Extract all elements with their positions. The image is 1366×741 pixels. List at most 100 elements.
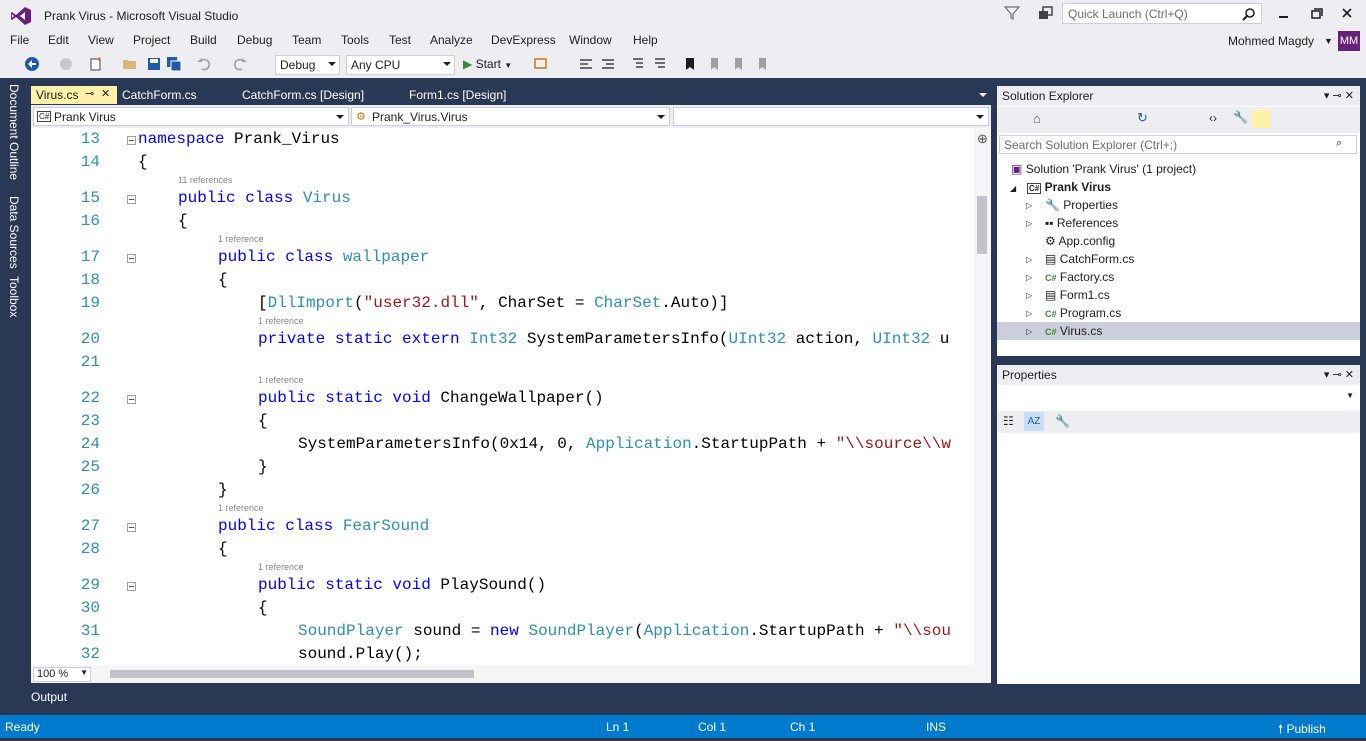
tab-virus-cs[interactable]: Virus.cs ⊸ ✕ <box>31 86 117 104</box>
codelens-references[interactable]: 1 reference <box>218 234 264 244</box>
menu-team[interactable]: Team <box>292 33 321 47</box>
tree-item-references[interactable]: ▪▪ References <box>1045 216 1118 230</box>
menu-window[interactable]: Window <box>569 33 612 47</box>
refresh-icon[interactable]: ↻ <box>1137 110 1148 126</box>
tab-toolbox[interactable]: Toolbox <box>7 276 21 317</box>
tab-data-sources[interactable]: Data Sources <box>7 196 21 269</box>
redo-icon[interactable] <box>232 56 248 72</box>
user-name[interactable]: Mohmed Magdy <box>1228 34 1314 48</box>
solution-search-input[interactable]: Search Solution Explorer (Ctrl+;) ⌕ <box>999 135 1357 154</box>
tree-project[interactable]: C# Prank Virus <box>1027 180 1111 194</box>
tab-catchform-cs[interactable]: CatchForm.cs <box>117 86 202 104</box>
quick-launch-input[interactable]: Quick Launch (Ctrl+Q) <box>1062 3 1262 24</box>
preview-icon[interactable] <box>1252 110 1270 128</box>
back-icon[interactable] <box>24 56 40 72</box>
minimize-button[interactable] <box>1270 4 1296 24</box>
split-editor-icon[interactable]: ⊕ <box>977 131 988 147</box>
forward-icon[interactable] <box>58 56 74 72</box>
tree-item-factory[interactable]: C# Factory.cs <box>1045 270 1114 284</box>
tree-item-virus[interactable]: C# Virus.cs <box>1045 324 1102 338</box>
expand-arrow-icon[interactable]: ▷ <box>1026 273 1032 282</box>
tab-catchform-design[interactable]: CatchForm.cs [Design] <box>237 86 369 104</box>
codelens-references[interactable]: 1 reference <box>258 316 304 326</box>
expand-arrow-icon[interactable]: ▷ <box>1026 327 1032 336</box>
zoom-select[interactable]: 100 % ▼ <box>33 667 91 682</box>
expand-arrow-icon[interactable]: ▷ <box>1026 291 1032 300</box>
panel-options-icons[interactable]: ▾ ⊸ ✕ <box>1324 368 1354 381</box>
project-dropdown[interactable]: C# Prank Virus <box>33 107 349 126</box>
uncomment-icon[interactable] <box>652 56 668 72</box>
vertical-scroll-thumb[interactable] <box>977 196 987 254</box>
solution-platform-select[interactable]: Any CPU <box>346 55 455 75</box>
tree-item-properties[interactable]: 🔧 Properties <box>1045 198 1118 212</box>
clear-bookmarks-icon[interactable] <box>754 56 770 72</box>
type-dropdown[interactable]: ⚙ Prank_Virus.Virus <box>351 107 670 126</box>
menu-file[interactable]: File <box>10 33 29 47</box>
menu-debug[interactable]: Debug <box>237 33 272 47</box>
menu-project[interactable]: Project <box>133 33 170 47</box>
menu-view[interactable]: View <box>88 33 114 47</box>
maximize-button[interactable] <box>1302 4 1328 24</box>
chevron-down-icon[interactable]: ▼ <box>1324 36 1333 46</box>
tree-item-catchform[interactable]: ▤ CatchForm.cs <box>1045 252 1134 266</box>
tree-solution[interactable]: ▣ Solution 'Prank Virus' (1 project) <box>1011 162 1196 176</box>
browser-link-icon[interactable] <box>533 56 549 72</box>
member-dropdown[interactable] <box>673 107 989 126</box>
collapse-toggle[interactable] <box>127 395 136 404</box>
code-view-icon[interactable]: ‹› <box>1209 111 1217 125</box>
tab-overflow-dropdown[interactable] <box>979 93 987 97</box>
collapse-toggle[interactable] <box>127 136 136 145</box>
comment-icon[interactable] <box>630 56 646 72</box>
tab-document-outline[interactable]: Document Outline <box>7 84 21 180</box>
collapse-toggle[interactable] <box>127 523 136 532</box>
menu-build[interactable]: Build <box>190 33 217 47</box>
tree-item-app-config[interactable]: ⚙ App.config <box>1045 234 1115 248</box>
collapse-toggle[interactable] <box>127 254 136 263</box>
filter-icon[interactable] <box>1004 5 1020 21</box>
home-icon[interactable]: ⌂ <box>1033 111 1041 126</box>
property-pages-icon[interactable]: 🔧 <box>1055 414 1070 428</box>
menu-analyze[interactable]: Analyze <box>430 33 473 47</box>
menu-help[interactable]: Help <box>633 33 658 47</box>
solution-configuration-select[interactable]: Debug <box>275 55 340 75</box>
undo-icon[interactable] <box>196 56 212 72</box>
wrench-icon[interactable]: 🔧 <box>1233 110 1248 124</box>
categorized-icon[interactable]: ☷ <box>1003 414 1014 428</box>
new-project-icon[interactable] <box>88 56 104 72</box>
properties-object-select[interactable]: ▼ <box>997 387 1360 407</box>
expand-arrow-icon[interactable]: ▷ <box>1026 255 1032 264</box>
next-bookmark-icon[interactable] <box>730 56 746 72</box>
menu-edit[interactable]: Edit <box>48 33 69 47</box>
collapse-toggle[interactable] <box>127 195 136 204</box>
menu-tools[interactable]: Tools <box>341 33 369 47</box>
tree-item-program[interactable]: C# Program.cs <box>1045 306 1121 320</box>
notifications-icon[interactable] <box>1036 5 1054 23</box>
open-folder-icon[interactable] <box>122 56 138 72</box>
tab-form1-design[interactable]: Form1.cs [Design] <box>404 86 511 104</box>
step-into-icon[interactable] <box>578 56 594 72</box>
save-all-icon[interactable] <box>166 56 182 72</box>
codelens-references[interactable]: 1 reference <box>258 375 304 385</box>
codelens-references[interactable]: 11 references <box>178 175 232 185</box>
prev-bookmark-icon[interactable] <box>706 56 722 72</box>
expand-arrow-icon[interactable]: ▷ <box>1026 219 1032 228</box>
start-button[interactable]: ▶ Start ▼ <box>463 57 512 71</box>
expand-arrow-icon[interactable]: ▷ <box>1026 309 1032 318</box>
code-editor[interactable]: 13 14 15 16 17 18 19 20 21 22 23 24 25 2… <box>31 128 974 665</box>
menu-devexpress[interactable]: DevExpress <box>491 33 556 47</box>
panel-options-icons[interactable]: ▾ ⊸ ✕ <box>1324 89 1354 102</box>
step-over-icon[interactable] <box>600 56 616 72</box>
bookmark-icon[interactable] <box>682 56 698 72</box>
collapse-toggle[interactable] <box>127 582 136 591</box>
menu-test[interactable]: Test <box>389 33 411 47</box>
tree-item-form1[interactable]: ▤ Form1.cs <box>1045 288 1110 302</box>
tab-output[interactable]: Output <box>31 690 67 704</box>
alphabetical-icon[interactable]: AZ <box>1024 412 1044 431</box>
close-button[interactable] <box>1334 4 1360 24</box>
horizontal-scroll-thumb[interactable] <box>110 670 474 678</box>
pin-icon[interactable]: ⊸ <box>85 87 94 100</box>
close-icon[interactable]: ✕ <box>101 87 110 100</box>
save-icon[interactable] <box>146 56 162 72</box>
codelens-references[interactable]: 1 reference <box>218 503 264 513</box>
expand-arrow-icon[interactable]: ◢ <box>1010 184 1016 193</box>
